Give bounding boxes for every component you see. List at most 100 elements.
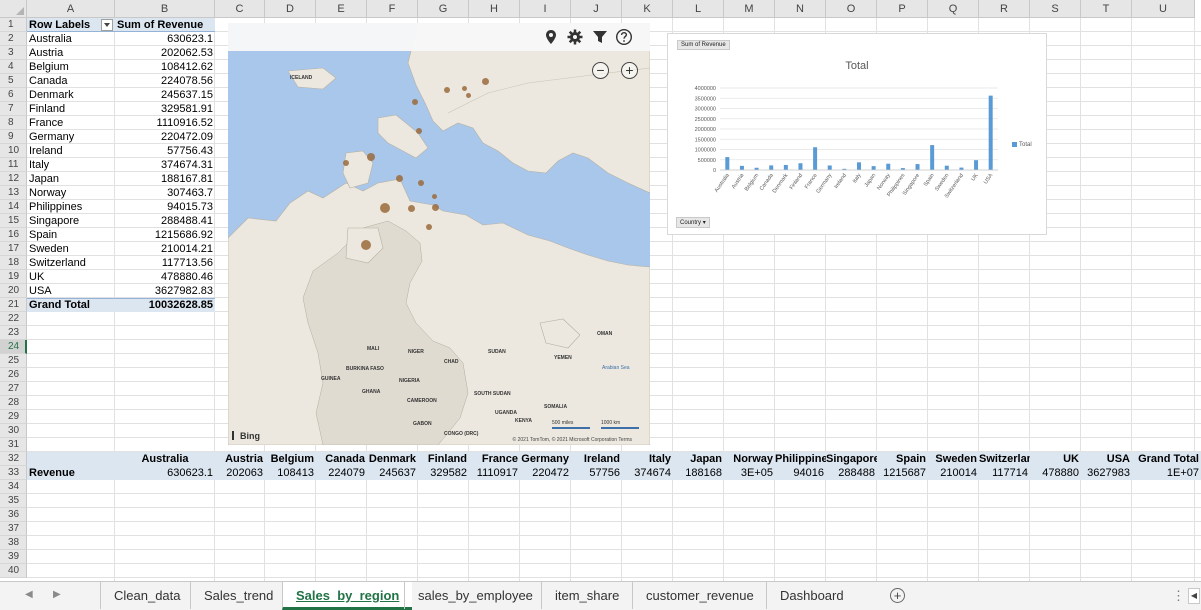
- row-header[interactable]: 12: [0, 172, 27, 186]
- row-header[interactable]: 21: [0, 298, 27, 312]
- horizontal-value-cell[interactable]: 245637: [367, 466, 418, 480]
- chart-bar[interactable]: [886, 163, 891, 170]
- column-header[interactable]: E: [316, 0, 367, 18]
- pivot-country-label[interactable]: Norway: [27, 186, 115, 200]
- pivot-revenue-value[interactable]: 1215686.92: [115, 228, 215, 242]
- row-header[interactable]: 11: [0, 158, 27, 172]
- pivot-country-label[interactable]: Singapore: [27, 214, 115, 228]
- pivot-country-label[interactable]: Ireland: [27, 144, 115, 158]
- add-sheet-button[interactable]: +: [890, 588, 905, 603]
- horizontal-header-cell[interactable]: Singapore: [826, 452, 877, 466]
- revenue-bubble[interactable]: [407, 204, 415, 212]
- column-header[interactable]: B: [115, 0, 215, 18]
- pivot-grand-total-value[interactable]: 10032628.85: [115, 298, 215, 312]
- horizontal-value-cell[interactable]: 108413: [265, 466, 316, 480]
- pivot-country-label[interactable]: UK: [27, 270, 115, 284]
- row-header[interactable]: 1: [0, 18, 27, 32]
- pivot-country-label[interactable]: Denmark: [27, 88, 115, 102]
- pivot-country-label[interactable]: Finland: [27, 102, 115, 116]
- horizontal-value-cell[interactable]: 374674: [622, 466, 673, 480]
- row-header[interactable]: 24: [0, 340, 27, 354]
- horizontal-header-cell[interactable]: Philippines: [775, 452, 826, 466]
- chart-bar[interactable]: [783, 164, 788, 170]
- horizontal-value-cell[interactable]: 1110917: [469, 466, 520, 480]
- row-header[interactable]: 5: [0, 74, 27, 88]
- column-header[interactable]: K: [622, 0, 673, 18]
- row-header[interactable]: 20: [0, 284, 27, 298]
- sheet-tab[interactable]: sales_by_employee: [404, 582, 546, 609]
- worksheet-grid[interactable]: ABCDEFGHIJKLMNOPQRSTU 1 2 3 4 5 6 7 8 9 10 11 12 13 1…: [0, 0, 1201, 581]
- chart-bar[interactable]: [988, 95, 993, 170]
- horizontal-header-cell[interactable]: France: [469, 452, 520, 466]
- chart-bar[interactable]: [813, 147, 818, 170]
- pivot-revenue-value[interactable]: 108412.62: [115, 60, 215, 74]
- horizontal-header-cell[interactable]: Australia: [115, 452, 215, 466]
- revenue-bubble[interactable]: [395, 174, 403, 182]
- horizontal-header-cell[interactable]: Canada: [316, 452, 367, 466]
- row-header[interactable]: 35: [0, 494, 27, 508]
- row-header[interactable]: 31: [0, 438, 27, 452]
- horizontal-header-cell[interactable]: USA: [1081, 452, 1132, 466]
- revenue-bar-chart[interactable]: Sum of Revenue Total 0 500000 1000000 15000…: [667, 33, 1047, 235]
- chart-bar[interactable]: [725, 157, 730, 170]
- chart-bar[interactable]: [798, 163, 803, 170]
- horizontal-header-cell[interactable]: Japan: [673, 452, 724, 466]
- row-header[interactable]: 34: [0, 480, 27, 494]
- horizontal-value-cell[interactable]: 224079: [316, 466, 367, 480]
- horizontal-header-cell[interactable]: Ireland: [571, 452, 622, 466]
- horizontal-value-cell[interactable]: 3E+05: [724, 466, 775, 480]
- column-header[interactable]: R: [979, 0, 1030, 18]
- column-header[interactable]: Q: [928, 0, 979, 18]
- row-labels-filter-button[interactable]: [101, 19, 113, 31]
- revenue-bubble[interactable]: [343, 160, 349, 166]
- help-icon[interactable]: [615, 28, 633, 46]
- row-header[interactable]: 33: [0, 466, 27, 480]
- column-header[interactable]: U: [1132, 0, 1195, 18]
- row-header[interactable]: 2: [0, 32, 27, 46]
- prev-sheet-icon[interactable]: ◀: [25, 589, 33, 600]
- pivot-revenue-value[interactable]: 57756.43: [115, 144, 215, 158]
- row-header[interactable]: 27: [0, 382, 27, 396]
- row-header[interactable]: 22: [0, 312, 27, 326]
- chart-bar[interactable]: [827, 165, 832, 170]
- pivot-country-label[interactable]: Italy: [27, 158, 115, 172]
- sheet-tab[interactable]: Sales_by_region: [282, 582, 413, 610]
- horizontal-value-cell[interactable]: 288488: [826, 466, 877, 480]
- pivot-country-label[interactable]: Sweden: [27, 242, 115, 256]
- chart-bar[interactable]: [769, 165, 774, 170]
- pivot-country-label[interactable]: Spain: [27, 228, 115, 242]
- pivot-country-label[interactable]: Austria: [27, 46, 115, 60]
- horizontal-value-cell[interactable]: 329582: [418, 466, 469, 480]
- revenue-bubble[interactable]: [412, 99, 418, 105]
- chart-bar[interactable]: [915, 164, 920, 170]
- pivot-revenue-value[interactable]: 329581.91: [115, 102, 215, 116]
- revenue-bubble[interactable]: [431, 193, 437, 199]
- sheet-tab[interactable]: customer_revenue: [632, 582, 767, 609]
- horizontal-value-cell[interactable]: 1215687: [877, 466, 928, 480]
- horizontal-value-cell[interactable]: 478880: [1030, 466, 1081, 480]
- horizontal-header-cell[interactable]: UK: [1030, 452, 1081, 466]
- horizontal-value-cell[interactable]: 188168: [673, 466, 724, 480]
- row-header[interactable]: 36: [0, 508, 27, 522]
- column-header[interactable]: G: [418, 0, 469, 18]
- revenue-row-label[interactable]: Revenue: [27, 466, 115, 480]
- pivot-revenue-value[interactable]: 220472.09: [115, 130, 215, 144]
- revenue-bubble[interactable]: [444, 87, 450, 93]
- pivot-revenue-value[interactable]: 188167.81: [115, 172, 215, 186]
- more-options-icon[interactable]: ⋮: [1172, 588, 1185, 604]
- row-header[interactable]: 28: [0, 396, 27, 410]
- pivot-revenue-value[interactable]: 1110916.52: [115, 116, 215, 130]
- horizontal-value-cell[interactable]: 630623.1: [115, 466, 215, 480]
- column-header[interactable]: H: [469, 0, 520, 18]
- horizontal-value-cell[interactable]: 94016: [775, 466, 826, 480]
- zoom-in-button[interactable]: +: [621, 62, 638, 79]
- chart-bar[interactable]: [974, 160, 979, 170]
- column-header[interactable]: L: [673, 0, 724, 18]
- chart-bar[interactable]: [857, 162, 861, 170]
- scroll-left-button[interactable]: ◀: [1188, 588, 1200, 604]
- revenue-bubble[interactable]: [416, 128, 422, 134]
- horizontal-value-cell[interactable]: 57756: [571, 466, 622, 480]
- column-header[interactable]: J: [571, 0, 622, 18]
- horizontal-header-cell[interactable]: Austria: [215, 452, 265, 466]
- row-header[interactable]: 10: [0, 144, 27, 158]
